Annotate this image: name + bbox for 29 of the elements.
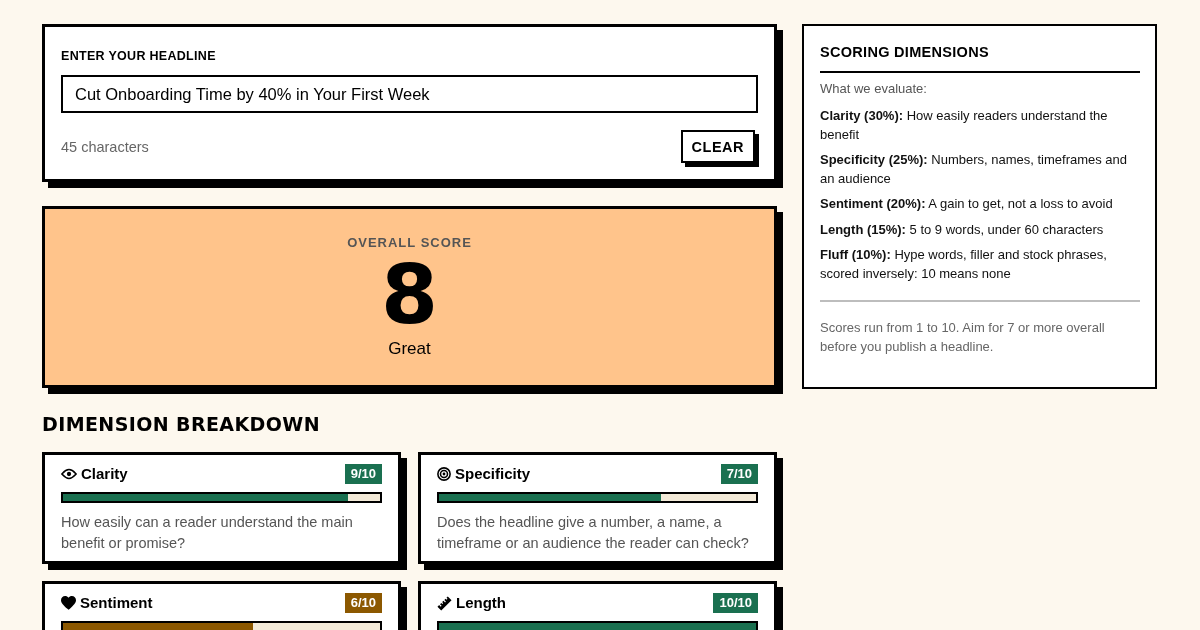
score-badge: 7/10 <box>720 464 758 484</box>
headline-label: ENTER YOUR HEADLINE <box>61 48 217 64</box>
section-heading: DIMENSION BREAKDOWN <box>42 412 320 436</box>
score-label: OVERALL SCORE <box>346 235 473 251</box>
criteria-item: Specificity (25%): Numbers, names, timeframes and an audience <box>820 151 1129 188</box>
score-badge: 6/10 <box>344 593 382 613</box>
criteria-item: Length (15%): 5 to 9 words, under 60 characters <box>820 220 1105 239</box>
dimension-name: Sentiment <box>80 593 153 613</box>
intro-text: What we evaluate: <box>820 80 928 98</box>
criteria-item: Clarity (30%): How easily readers understand the benefit <box>820 107 1109 144</box>
dimension-description: How easily can a reader understand the main benefit or promise? <box>61 513 354 553</box>
criteria-item: Sentiment (20%): A gain to get, not a loss to avoid <box>820 195 1114 213</box>
score-rating: Great <box>387 339 432 359</box>
dimension-name: Specificity <box>455 464 531 484</box>
score-badge: 9/10 <box>344 464 382 484</box>
dimension-description: Does the headline give a number, a name, a timeframe or an audience the reader can check? <box>437 513 750 553</box>
character-count: 45 characters <box>61 138 149 155</box>
panel-title: SCORING DIMENSIONS <box>820 43 1140 73</box>
dimension-name: Length <box>456 593 506 613</box>
heart-icon <box>61 596 76 610</box>
headline-input[interactable]: Cut Onboarding Time by 40% in Your First Week <box>61 75 758 113</box>
eye-icon <box>61 468 77 480</box>
criteria-item: Fluff (10%): Hype words, filler and stock phrases, scored inversely: 10 means none <box>820 246 1108 283</box>
target-icon <box>437 467 451 481</box>
ruler-icon <box>437 595 452 611</box>
score-value: 8 <box>379 255 440 335</box>
dimension-name: Clarity <box>81 464 128 484</box>
note-text: Scores run from 1 to 10. Aim for 7 or more overall before you publish a headline. <box>820 319 1106 356</box>
score-badge: 10/10 <box>713 593 758 613</box>
